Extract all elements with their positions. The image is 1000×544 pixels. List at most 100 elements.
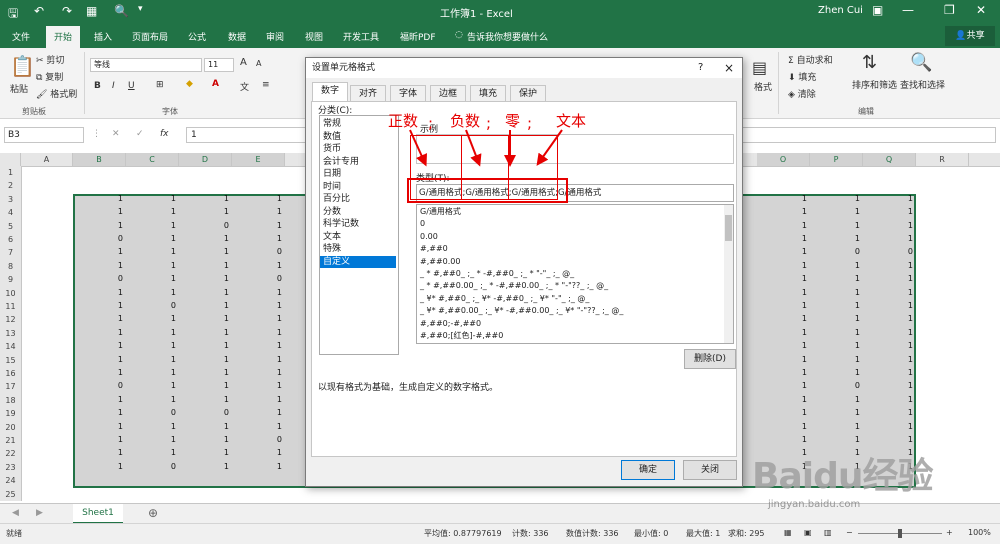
cell-value[interactable]: 1 xyxy=(767,301,807,310)
cell-value[interactable]: 1 xyxy=(767,328,807,337)
cell-value[interactable]: 1 xyxy=(873,314,913,323)
row-header[interactable]: 21 xyxy=(0,434,21,448)
zoom-slider-thumb[interactable] xyxy=(898,529,902,538)
form-icon[interactable]: ▦ xyxy=(86,4,97,18)
cell-value[interactable]: 1 xyxy=(83,448,123,457)
tab-page-layout[interactable]: 页面布局 xyxy=(132,30,168,43)
cell-value[interactable]: 1 xyxy=(873,194,913,203)
italic-button[interactable]: I xyxy=(112,81,115,91)
category-list[interactable]: 常规 数值 货币 会计专用 日期 时间 百分比 分数 科学记数 文本 特殊 自定义 xyxy=(319,115,399,355)
cell-value[interactable]: 1 xyxy=(136,274,176,283)
cell-value[interactable]: 1 xyxy=(873,234,913,243)
row-header[interactable]: 8 xyxy=(0,260,21,274)
cell-value[interactable]: 1 xyxy=(189,341,229,350)
minimize-icon[interactable]: — xyxy=(902,3,914,17)
cell-value[interactable]: 1 xyxy=(242,207,282,216)
cell-value[interactable]: 1 xyxy=(136,355,176,364)
user-name[interactable]: Zhen Cui xyxy=(818,5,863,16)
cell-value[interactable]: 1 xyxy=(83,194,123,203)
column-header-r[interactable]: R xyxy=(916,153,969,166)
cell-value[interactable]: 1 xyxy=(873,288,913,297)
delete-button[interactable]: 删除(D) xyxy=(684,349,736,369)
cell-value[interactable]: 1 xyxy=(820,368,860,377)
tab-view[interactable]: 视图 xyxy=(305,30,323,43)
autosum-button[interactable]: Σ 自动求和 xyxy=(788,53,833,66)
row-header[interactable]: 20 xyxy=(0,421,21,435)
row-header[interactable]: 7 xyxy=(0,246,21,260)
row-header[interactable]: 13 xyxy=(0,327,21,341)
tab-font[interactable]: 字体 xyxy=(390,85,426,101)
tab-foxit-pdf[interactable]: 福昕PDF xyxy=(400,30,436,43)
row-header[interactable]: 23 xyxy=(0,461,21,475)
normal-view-icon[interactable]: ▦ xyxy=(784,528,792,537)
cell-value[interactable]: 1 xyxy=(820,301,860,310)
print-preview-icon[interactable]: 🔍 xyxy=(114,4,129,18)
close-window-icon[interactable]: ✕ xyxy=(976,3,986,17)
increase-font-icon[interactable]: A xyxy=(240,57,247,68)
tab-home[interactable]: 开始 xyxy=(46,26,81,48)
sort-filter-button[interactable]: 排序和筛选 xyxy=(852,78,897,91)
restore-icon[interactable]: ❐ xyxy=(944,3,955,17)
format-list-scroll-thumb[interactable] xyxy=(725,215,732,241)
cell-value[interactable]: 0 xyxy=(820,247,860,256)
cell-value[interactable]: 1 xyxy=(189,448,229,457)
tab-fill[interactable]: 填充 xyxy=(470,85,506,101)
cell-value[interactable]: 1 xyxy=(136,194,176,203)
cell-value[interactable]: 1 xyxy=(873,395,913,404)
cell-value[interactable]: 1 xyxy=(242,381,282,390)
cell-value[interactable]: 1 xyxy=(820,435,860,444)
cell-value[interactable]: 1 xyxy=(820,328,860,337)
format-code-item[interactable]: G/通用格式 xyxy=(420,206,461,218)
cell-value[interactable]: 0 xyxy=(189,221,229,230)
column-header-p[interactable]: P xyxy=(810,153,863,166)
cell-value[interactable]: 1 xyxy=(820,207,860,216)
cell-value[interactable]: 1 xyxy=(767,261,807,270)
next-sheet-icon[interactable]: ▶ xyxy=(36,508,43,518)
cell-value[interactable]: 1 xyxy=(767,395,807,404)
cell-value[interactable]: 1 xyxy=(136,234,176,243)
cell-value[interactable]: 1 xyxy=(136,247,176,256)
row-header[interactable]: 9 xyxy=(0,273,21,287)
cell-value[interactable]: 0 xyxy=(189,408,229,417)
underline-button[interactable]: U xyxy=(128,81,135,91)
clear-button[interactable]: ◈ 清除 xyxy=(788,87,816,100)
dialog-close-button[interactable]: × xyxy=(724,58,734,78)
row-header[interactable]: 12 xyxy=(0,313,21,327)
page-break-view-icon[interactable]: ▥ xyxy=(824,528,832,537)
row-header[interactable]: 3 xyxy=(0,193,21,207)
cell-value[interactable]: 1 xyxy=(83,422,123,431)
cell-value[interactable]: 1 xyxy=(189,328,229,337)
phonetic-icon[interactable]: 文 xyxy=(240,80,249,93)
cell-value[interactable]: 1 xyxy=(820,288,860,297)
cell-value[interactable]: 1 xyxy=(767,422,807,431)
bold-button[interactable]: B xyxy=(94,81,101,91)
prev-sheet-icon[interactable]: ◀ xyxy=(12,508,19,518)
cell-value[interactable]: 1 xyxy=(820,341,860,350)
cell-value[interactable]: 1 xyxy=(873,381,913,390)
tab-border[interactable]: 边框 xyxy=(430,85,466,101)
format-code-item[interactable]: #,##0;[红色]-#,##0 xyxy=(420,330,503,342)
cell-value[interactable]: 1 xyxy=(767,247,807,256)
row-header[interactable]: 14 xyxy=(0,340,21,354)
tab-formulas[interactable]: 公式 xyxy=(188,30,206,43)
row-header[interactable]: 19 xyxy=(0,407,21,421)
category-item[interactable]: 自定义 xyxy=(320,255,396,268)
column-header-a[interactable]: A xyxy=(21,153,73,166)
row-header[interactable]: 17 xyxy=(0,380,21,394)
row-header[interactable]: 25 xyxy=(0,488,21,501)
cell-value[interactable]: 1 xyxy=(189,261,229,270)
fill-color-icon[interactable]: ◆ xyxy=(186,79,193,89)
cell-value[interactable]: 1 xyxy=(820,234,860,243)
cell-value[interactable]: 1 xyxy=(136,328,176,337)
cell-value[interactable]: 1 xyxy=(767,408,807,417)
cell-value[interactable]: 1 xyxy=(767,368,807,377)
cell-value[interactable]: 1 xyxy=(820,194,860,203)
format-code-item[interactable]: #,##0;-#,##0 xyxy=(420,318,481,330)
column-header-e[interactable]: E xyxy=(232,153,285,166)
cell-value[interactable]: 1 xyxy=(189,247,229,256)
cell-value[interactable]: 1 xyxy=(83,314,123,323)
cell-value[interactable]: 1 xyxy=(83,301,123,310)
zoom-out-icon[interactable]: − xyxy=(846,528,853,537)
decrease-font-icon[interactable]: A xyxy=(256,59,261,68)
cell-value[interactable]: 1 xyxy=(820,355,860,364)
